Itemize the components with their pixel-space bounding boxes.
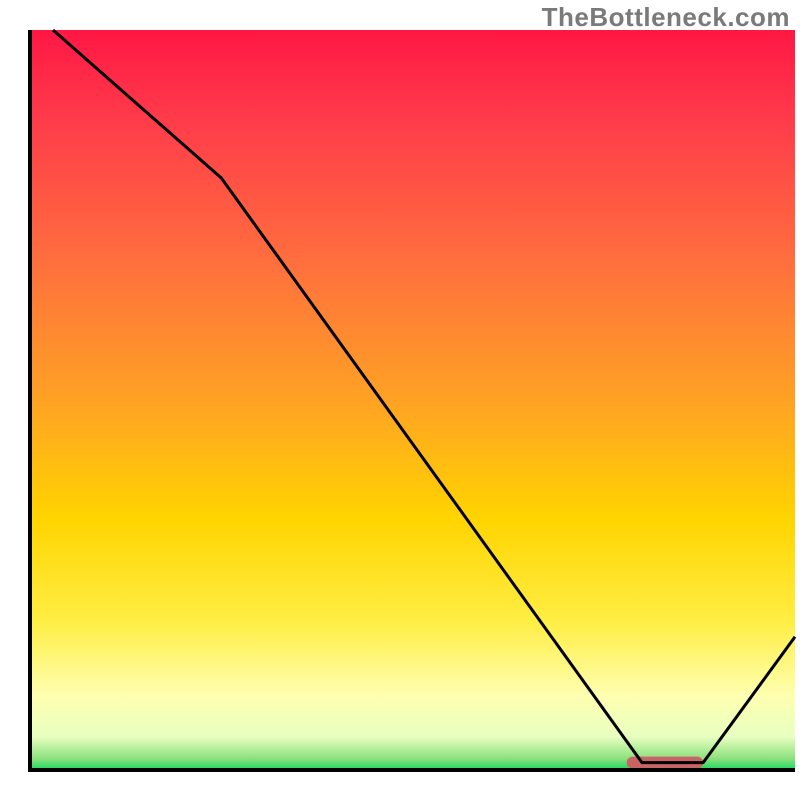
bottleneck-chart (0, 0, 800, 800)
chart-frame: TheBottleneck.com (0, 0, 800, 800)
gradient-background (30, 30, 795, 770)
watermark-text: TheBottleneck.com (542, 2, 790, 33)
